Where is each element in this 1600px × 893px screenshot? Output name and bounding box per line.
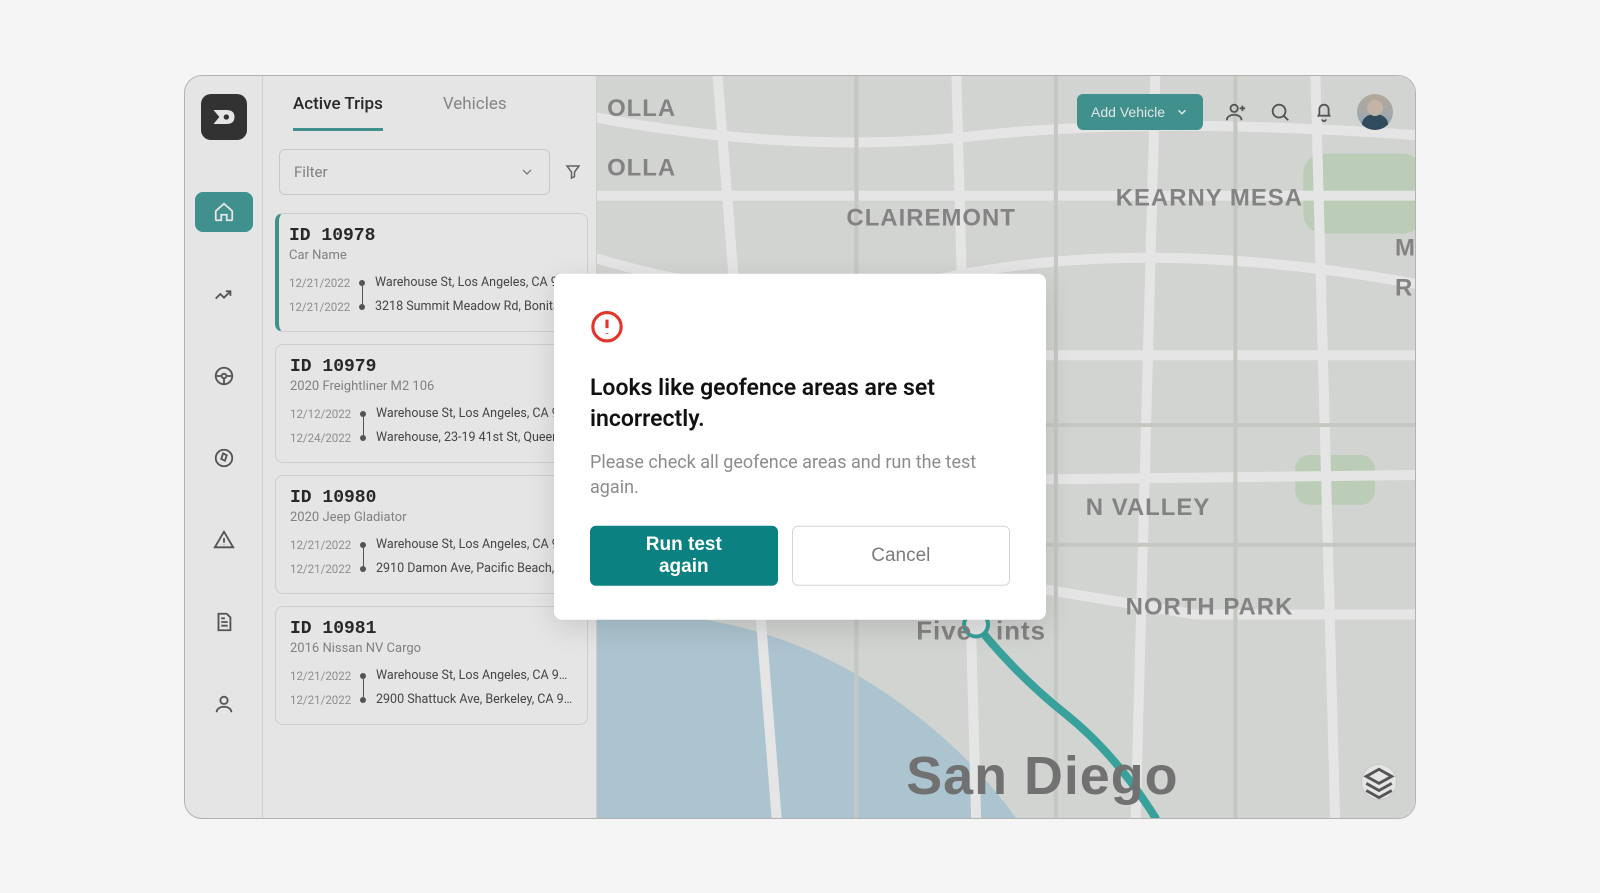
- error-modal: Looks like geofence areas are set incorr…: [554, 273, 1046, 619]
- alert-circle-icon: [590, 309, 1010, 347]
- modal-body: Please check all geofence areas and run …: [590, 449, 1010, 499]
- app-window: Active Trips Vehicles Filter ID 10978Car…: [184, 75, 1416, 819]
- modal-title: Looks like geofence areas are set incorr…: [590, 371, 1010, 433]
- modal-actions: Run test again Cancel: [590, 526, 1010, 586]
- cancel-button[interactable]: Cancel: [792, 526, 1010, 586]
- run-test-again-button[interactable]: Run test again: [590, 526, 778, 586]
